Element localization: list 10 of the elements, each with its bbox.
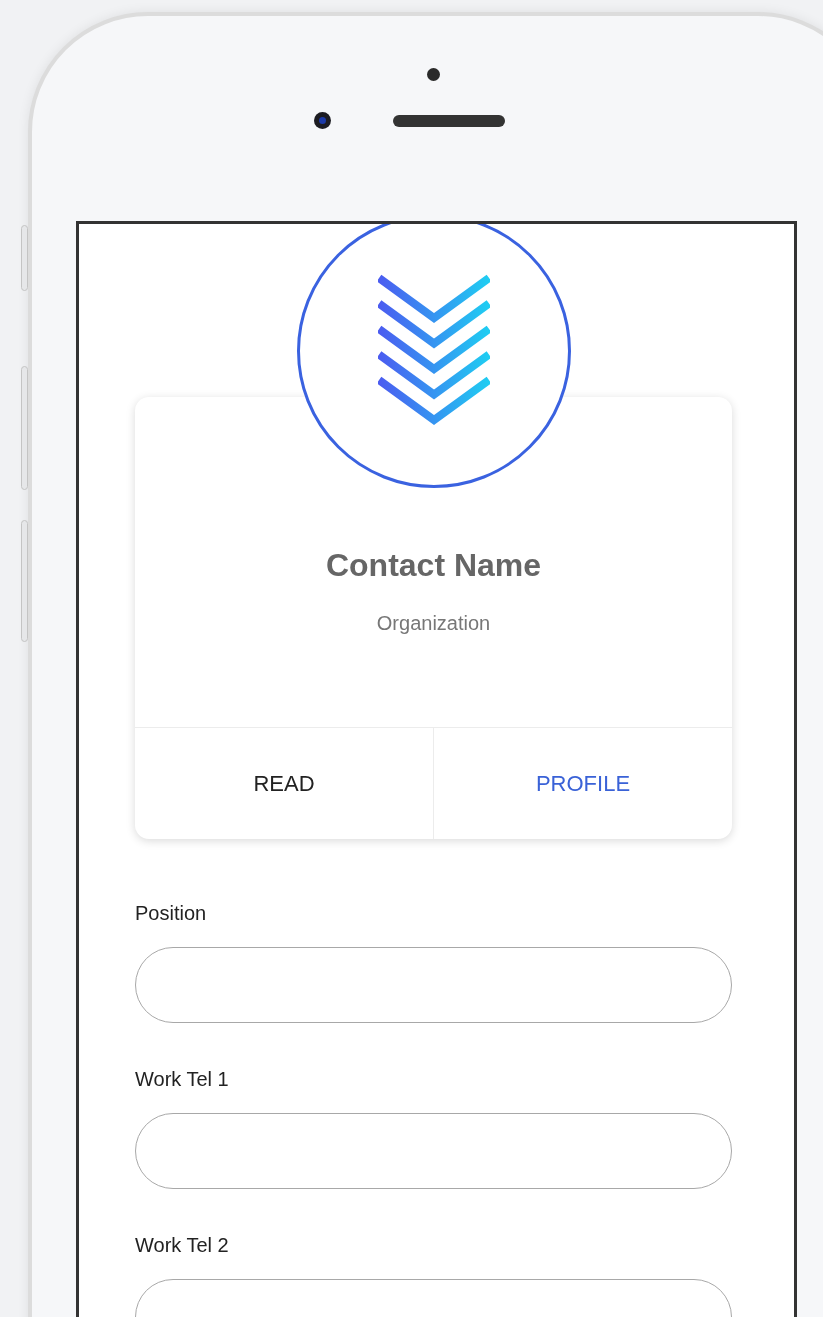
field-label: Work Tel 1: [135, 1067, 230, 1091]
profile-button[interactable]: PROFILE: [433, 728, 732, 839]
contact-name: Contact Name: [325, 547, 542, 583]
organization-name: Organization: [376, 611, 491, 635]
field-label: Position: [135, 901, 208, 925]
field-label: Work Tel 2: [135, 1233, 230, 1257]
chevron-logo-icon: [377, 274, 490, 428]
camera-icon: [314, 112, 331, 129]
speaker-grille-icon: [393, 114, 505, 127]
read-button[interactable]: READ: [135, 728, 433, 839]
